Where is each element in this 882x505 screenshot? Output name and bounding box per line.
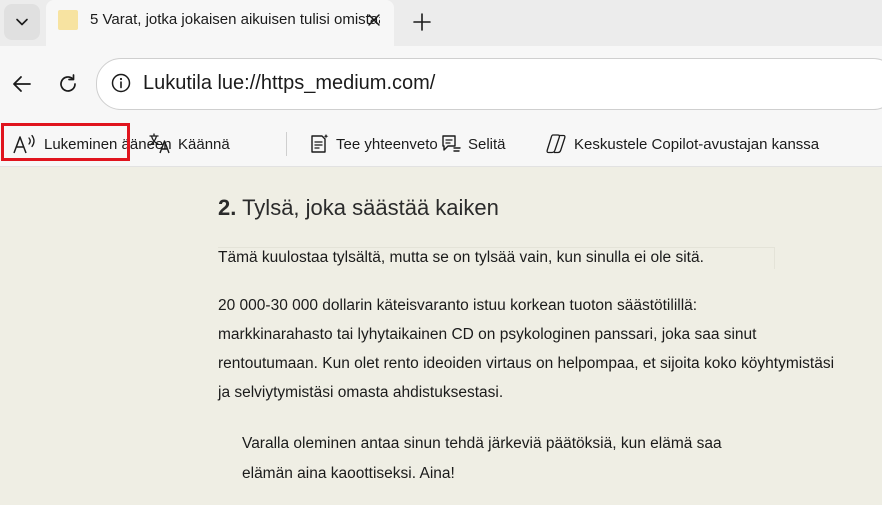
paragraph-line: 20 000-30 000 dollarin käteisvaranto ist… <box>218 297 698 314</box>
chevron-down-icon <box>16 18 28 26</box>
address-text[interactable]: Lukutila lue://https_medium.com/ <box>143 72 435 95</box>
close-icon <box>368 14 380 26</box>
tab-list-button[interactable] <box>4 4 40 40</box>
copilot-label: Keskustele Copilot-avustajan kanssa <box>574 135 820 153</box>
new-tab-button[interactable] <box>404 4 440 40</box>
translate-icon <box>149 133 170 154</box>
reader-toolbar: Lukeminen ääneen Käännä Tee yhteenveto S… <box>0 122 882 167</box>
page-favicon <box>58 10 78 30</box>
paragraph-line: rentoutumaan. Kun olet rento ideoiden vi… <box>218 355 835 372</box>
copilot-chat-button[interactable]: Keskustele Copilot-avustajan kanssa <box>544 122 819 166</box>
tab-strip: 5 Varat, jotka jokaisen aikuisen tulisi … <box>0 0 882 46</box>
address-bar[interactable]: Lukutila lue://https_medium.com/ <box>96 58 882 110</box>
back-button[interactable] <box>4 66 40 102</box>
section-heading: 2. Tylsä, joka säästää kaiken <box>218 195 499 221</box>
read-aloud-icon <box>13 134 35 154</box>
explain-label: Selitä <box>468 135 506 153</box>
paragraph-line: ja selviytymistäsi omasta ahdistuksestas… <box>218 384 504 401</box>
reader-content: 2. Tylsä, joka säästää kaiken Tämä kuulo… <box>0 167 882 505</box>
arrow-left-icon <box>13 76 31 92</box>
tab-title: 5 Varat, jotka jokaisen aikuisen tulisi … <box>90 11 380 28</box>
plus-icon <box>413 13 431 31</box>
heading-number: 2. <box>218 195 237 220</box>
summary-button[interactable]: Tee yhteenveto <box>308 122 438 166</box>
navigation-bar: Lukutila lue://https_medium.com/ <box>0 46 882 122</box>
quote-block: Varalla oleminen antaa sinun tehdä järke… <box>242 429 802 489</box>
copilot-icon <box>546 134 566 154</box>
quote-line: Varalla oleminen antaa sinun tehdä järke… <box>242 435 722 452</box>
toolbar-divider <box>286 132 287 156</box>
paragraph: 20 000-30 000 dollarin käteisvaranto ist… <box>218 291 835 407</box>
heading-text: Tylsä, joka säästää kaiken <box>242 195 499 220</box>
explain-button[interactable]: Selitä <box>440 122 506 166</box>
active-tab[interactable]: 5 Varat, jotka jokaisen aikuisen tulisi … <box>46 0 394 46</box>
translate-button[interactable]: Käännä <box>148 122 230 166</box>
tab-close-button[interactable] <box>364 10 384 30</box>
summary-label: Tee yhteenveto <box>336 135 438 153</box>
paragraph: Tämä kuulostaa tylsältä, mutta se on tyl… <box>218 247 775 269</box>
quote-line: elämän aina kaoottiseksi. Aina! <box>242 465 455 482</box>
paragraph-line: markkinarahasto tai lyhytaikainen CD on … <box>218 326 757 343</box>
explain-icon <box>442 135 461 152</box>
refresh-button[interactable] <box>50 66 86 102</box>
summary-icon <box>311 134 329 153</box>
refresh-icon <box>60 74 76 92</box>
info-icon[interactable] <box>111 73 131 93</box>
translate-label: Käännä <box>178 135 230 153</box>
